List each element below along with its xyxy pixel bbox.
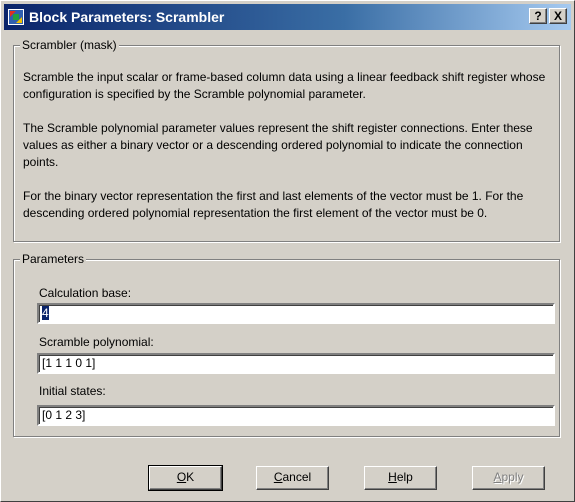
description-group-legend: Scrambler (mask) [20, 38, 119, 52]
help-caption-button[interactable]: ? [529, 8, 547, 24]
description-paragraph-2: The Scramble polynomial parameter values… [23, 121, 533, 169]
scramble-polynomial-label: Scramble polynomial: [39, 335, 154, 349]
parameters-group-legend: Parameters [20, 252, 87, 266]
scramble-polynomial-field[interactable]: [1 1 1 0 1] [37, 353, 555, 374]
help-label-rest: elp [396, 470, 413, 484]
apply-mnemonic: A [493, 470, 502, 484]
window-title: Block Parameters: Scrambler [29, 9, 225, 25]
calculation-base-field[interactable]: 4 [37, 303, 555, 324]
cancel-button[interactable]: Cancel [256, 466, 329, 490]
question-mark-icon: ? [534, 9, 542, 23]
description-paragraph-3: For the binary vector representation the… [23, 189, 524, 220]
title-bar[interactable]: Block Parameters: Scrambler ? X [4, 4, 571, 30]
calculation-base-value: 4 [42, 306, 49, 320]
help-button[interactable]: Help [364, 466, 437, 490]
ok-mnemonic: O [176, 470, 187, 484]
dialog-window: Block Parameters: Scrambler ? X Scramble… [0, 0, 575, 502]
cancel-label-rest: ancel [282, 470, 312, 484]
scramble-polynomial-value: [1 1 1 0 1] [42, 356, 96, 370]
simulink-block-icon [8, 9, 24, 25]
apply-label-rest: pply [501, 470, 524, 484]
close-button[interactable]: X [549, 8, 567, 24]
initial-states-value: [0 1 2 3] [42, 408, 86, 422]
close-icon: X [553, 9, 562, 23]
initial-states-field[interactable]: [0 1 2 3] [37, 405, 555, 426]
ok-button[interactable]: OK [148, 465, 223, 491]
apply-button[interactable]: Apply [472, 466, 545, 490]
initial-states-label: Initial states: [39, 384, 106, 398]
description-paragraph-1: Scramble the input scalar or frame-based… [23, 70, 546, 101]
ok-label-rest: K [186, 470, 195, 484]
calculation-base-label: Calculation base: [39, 286, 132, 300]
help-mnemonic: H [388, 470, 397, 484]
